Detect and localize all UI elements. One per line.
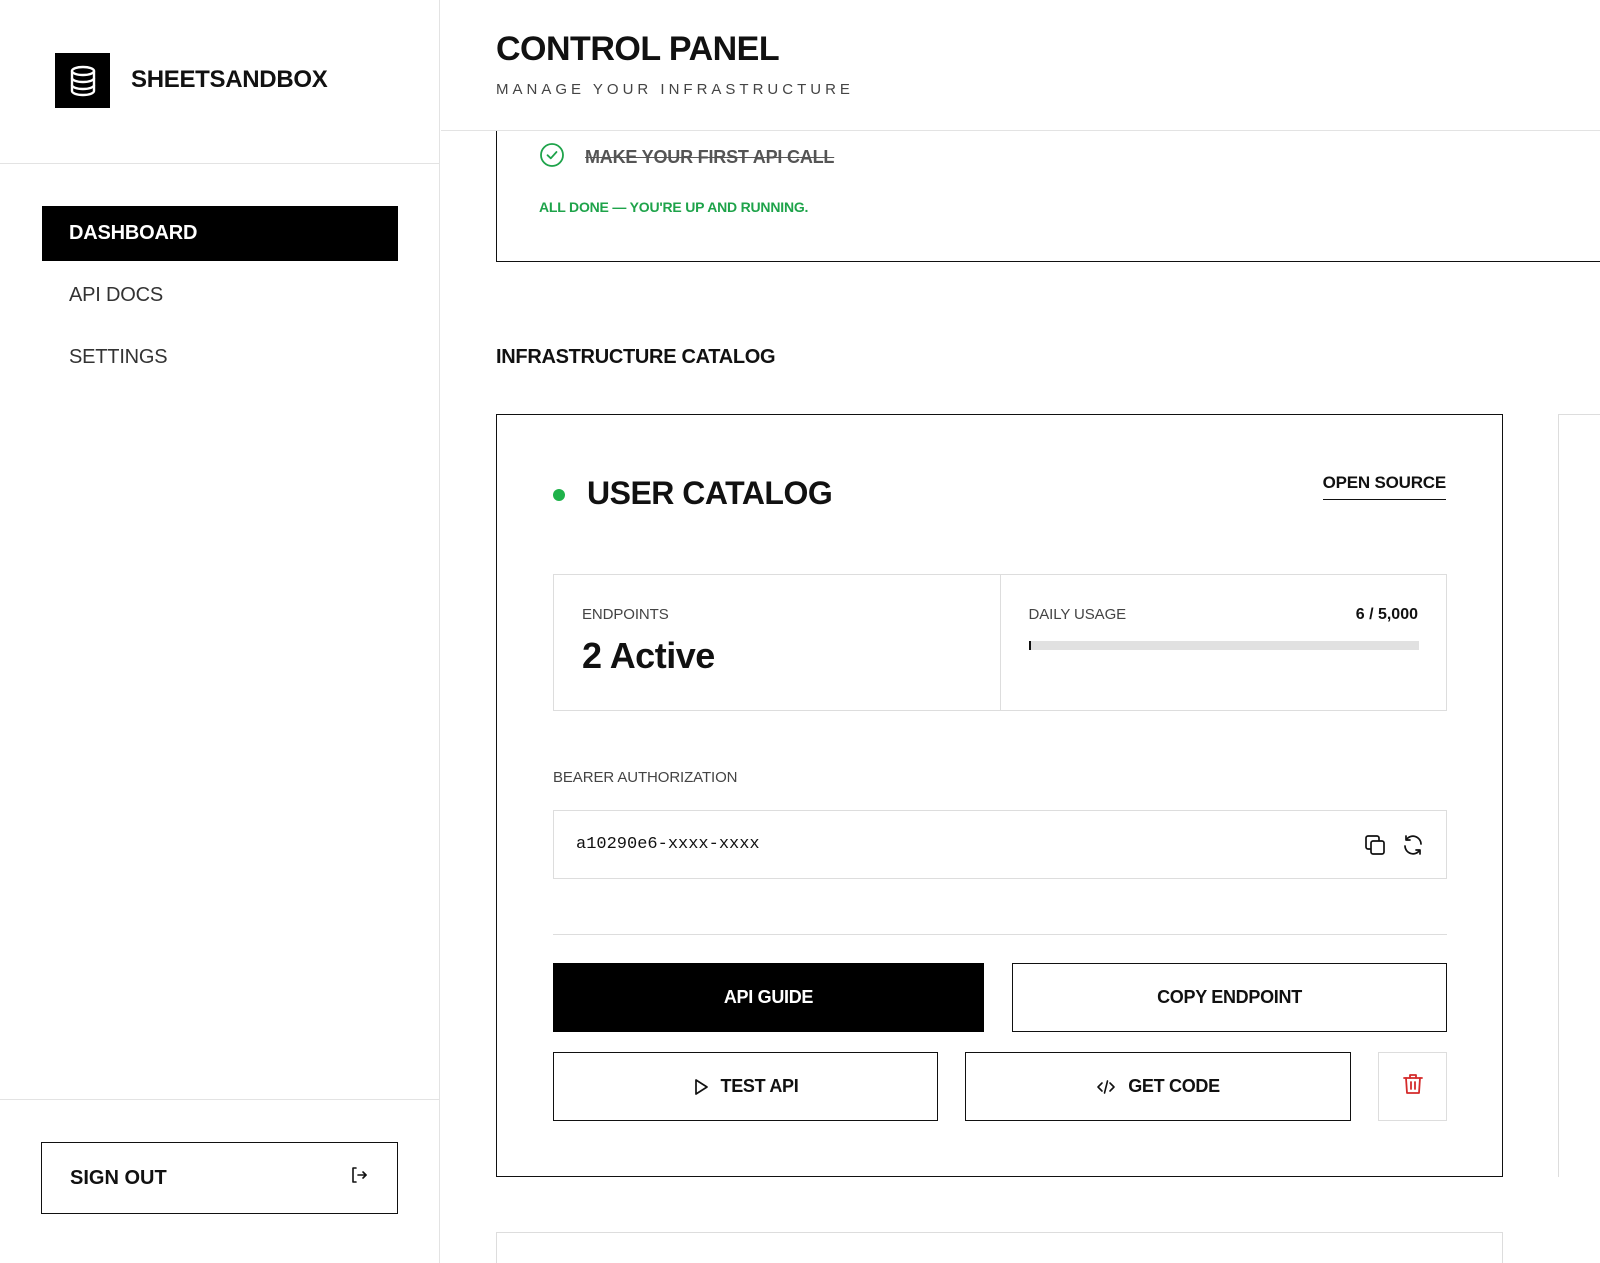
endpoints-label: ENDPOINTS: [582, 606, 669, 623]
trash-icon: [1402, 1072, 1424, 1101]
page-header: CONTROL PANEL MANAGE YOUR INFRASTRUCTURE: [441, 0, 1600, 131]
get-code-button[interactable]: GET CODE: [965, 1052, 1351, 1121]
brand: SHEETSANDBOX: [0, 0, 440, 164]
database-icon: [55, 53, 110, 108]
api-guide-button[interactable]: API GUIDE: [553, 963, 984, 1032]
setup-complete-message: ALL DONE — YOU'RE UP AND RUNNING.: [539, 199, 809, 215]
delete-button[interactable]: [1378, 1052, 1447, 1121]
catalog-card: USER CATALOG OPEN SOURCE ENDPOINTS 2 Act…: [496, 414, 1503, 1177]
divider: [553, 934, 1447, 935]
copy-icon[interactable]: [1361, 831, 1389, 859]
usage-count: 6 / 5,000: [1355, 606, 1418, 623]
test-api-label: TEST API: [720, 1076, 799, 1096]
endpoints-value: 2 Active: [582, 635, 715, 676]
token-field: a10290e6-xxxx-xxxx: [553, 810, 1447, 879]
sidebar-item-api-docs[interactable]: API DOCS: [42, 268, 398, 323]
checklist-step: MAKE YOUR FIRST API CALL: [539, 142, 834, 173]
refresh-icon[interactable]: [1399, 831, 1427, 859]
page-title: CONTROL PANEL: [496, 30, 780, 68]
sign-out-button[interactable]: SIGN OUT: [41, 1142, 398, 1214]
sidebar-footer: SIGN OUT: [0, 1099, 440, 1263]
usage-label: DAILY USAGE: [1028, 606, 1127, 623]
sidebar-item-dashboard[interactable]: DASHBOARD: [42, 206, 398, 261]
endpoints-stat: ENDPOINTS 2 Active: [554, 575, 1000, 710]
usage-progress-fill: [1028, 641, 1031, 650]
brand-name: SHEETSANDBOX: [131, 66, 328, 93]
copy-endpoint-button[interactable]: COPY ENDPOINT: [1012, 963, 1447, 1032]
test-api-button[interactable]: TEST API: [553, 1052, 938, 1121]
auth-label: BEARER AUTHORIZATION: [553, 769, 738, 786]
section-title: INFRASTRUCTURE CATALOG: [496, 346, 776, 368]
open-source-link[interactable]: OPEN SOURCE: [1322, 473, 1446, 500]
code-icon: [1096, 1078, 1116, 1096]
sidebar-item-settings[interactable]: SETTINGS: [42, 330, 398, 385]
stats-panel: ENDPOINTS 2 Active DAILY USAGE 6 / 5,000: [553, 574, 1447, 711]
get-code-label: GET CODE: [1128, 1076, 1220, 1096]
usage-progress-bar: [1028, 641, 1419, 650]
play-icon: [693, 1078, 709, 1096]
usage-stat: DAILY USAGE 6 / 5,000: [999, 575, 1447, 710]
next-catalog-card: [1558, 414, 1600, 1177]
token-value: a10290e6-xxxx-xxxx: [576, 835, 760, 854]
sidebar-nav: DASHBOARD API DOCS SETTINGS: [42, 206, 398, 392]
check-circle-icon: [539, 142, 565, 173]
sign-out-label: SIGN OUT: [70, 1166, 167, 1189]
catalog-title: USER CATALOG: [587, 475, 833, 511]
page-subtitle: MANAGE YOUR INFRASTRUCTURE: [496, 81, 854, 98]
next-catalog-card-below: [496, 1232, 1503, 1263]
sidebar: SHEETSANDBOX DASHBOARD API DOCS SETTINGS…: [0, 0, 440, 1263]
setup-checklist: MAKE YOUR FIRST API CALL ALL DONE — YOU'…: [496, 131, 1600, 262]
checklist-step-label: MAKE YOUR FIRST API CALL: [585, 147, 835, 167]
status-dot: [553, 489, 565, 501]
sign-out-icon: [349, 1165, 369, 1191]
